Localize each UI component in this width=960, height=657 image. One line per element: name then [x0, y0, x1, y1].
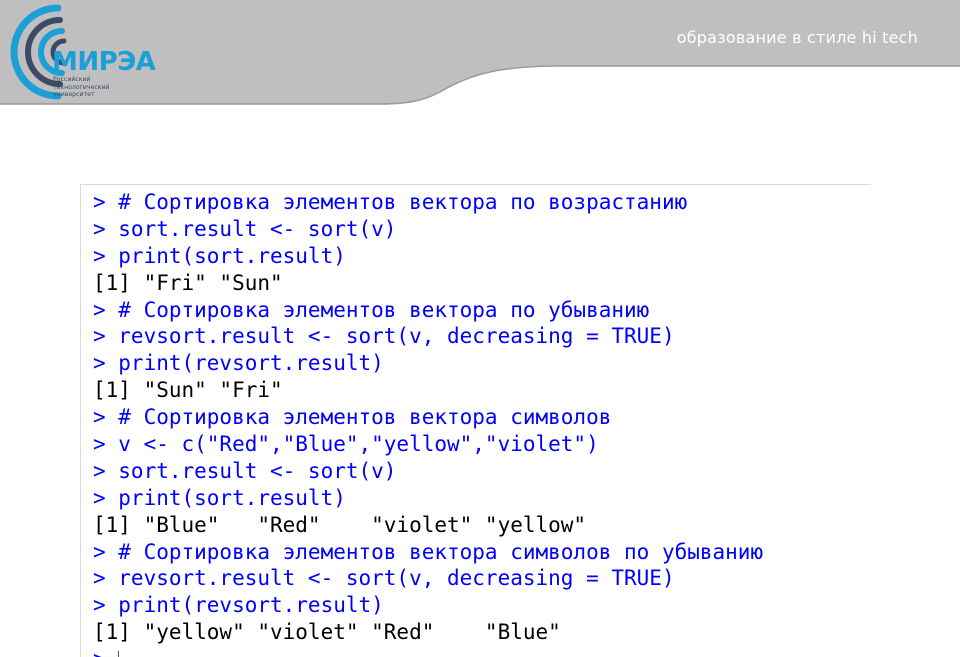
console-line: > revsort.result <- sort(v, decreasing =…	[93, 566, 675, 591]
tagline: образование в стиле hi tech	[676, 28, 918, 47]
r-console[interactable]: > # Сортировка элементов вектора по возр…	[80, 184, 871, 657]
console-line: [1] "yellow" "violet" "Red" "Blue"	[93, 620, 561, 645]
console-line: > v <- c("Red","Blue","yellow","violet")	[93, 432, 599, 457]
console-line: > sort.result <- sort(v)	[93, 216, 397, 241]
console-prompt: >	[93, 647, 106, 657]
logo-subtitle-line: университет	[53, 91, 95, 99]
console-line: > print(sort.result)	[93, 243, 346, 268]
console-line: > print(sort.result)	[93, 485, 346, 510]
console-prompt-line[interactable]: >	[93, 646, 763, 657]
console-line: [1] "Sun" "Fri"	[93, 378, 283, 403]
logo-name: МИРЭА	[52, 47, 156, 77]
console-output: > # Сортировка элементов вектора по возр…	[93, 189, 763, 657]
console-line: [1] "Fri" "Sun"	[93, 270, 283, 295]
console-line: > # Сортировка элементов вектора символо…	[93, 405, 612, 430]
console-line: [1] "Blue" "Red" "violet" "yellow"	[93, 512, 587, 537]
console-line: > # Сортировка элементов вектора по убыв…	[93, 297, 650, 322]
console-line: > revsort.result <- sort(v, decreasing =…	[93, 324, 675, 349]
logo-subtitle-line: Российский	[53, 76, 91, 83]
console-line: > # Сортировка элементов вектора по возр…	[93, 190, 688, 214]
console-line: > print(revsort.result)	[93, 593, 384, 618]
header-band: образование в стиле hi tech МИРЭА Россий…	[0, 0, 960, 110]
mirea-logo: МИРЭА Российский технологический универс…	[0, 0, 170, 108]
console-line: > print(revsort.result)	[93, 351, 384, 376]
logo-subtitle-line: технологический	[53, 83, 110, 91]
slide: образование в стиле hi tech МИРЭА Россий…	[0, 0, 960, 657]
console-line: > sort.result <- sort(v)	[93, 458, 397, 483]
logo-subtitle: Российский технологический университет	[53, 76, 110, 99]
console-line: > # Сортировка элементов вектора символо…	[93, 539, 764, 564]
text-cursor	[117, 650, 119, 657]
